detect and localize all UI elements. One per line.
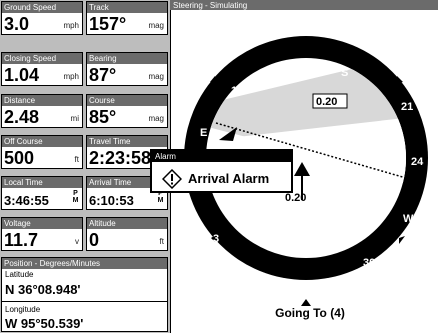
track-box: Track 157° mag	[86, 1, 168, 35]
off-course-box: Off Course 500 ft	[1, 135, 83, 169]
latitude-label: Latitude	[5, 270, 34, 279]
compass-label-15: 15	[289, 59, 301, 71]
off-course-value: 500	[4, 148, 35, 168]
altitude-label: Altitude	[87, 218, 167, 229]
off-course-label: Off Course	[2, 136, 82, 147]
alarm-dialog[interactable]: Alarm Arrival Alarm	[150, 149, 293, 193]
distance-box: Distance 2.48 mi	[1, 94, 83, 128]
compass-label-w: W	[403, 213, 414, 225]
compass-label-21: 21	[401, 101, 413, 113]
distance-value: 2.48	[4, 107, 40, 127]
ampm-bottom: M	[157, 197, 164, 204]
offset-distance-mid: 0.20	[285, 192, 306, 204]
local-time-box: Local Time 3:46:55 P M	[1, 176, 83, 210]
ground-speed-label: Ground Speed	[2, 2, 82, 13]
distance-label: Distance	[2, 95, 82, 106]
compass-label-24: 24	[411, 156, 424, 168]
ampm-bottom: M	[72, 197, 79, 204]
position-header: Position - Degrees/Minutes	[2, 258, 167, 269]
local-time-value: 3:46:55	[4, 193, 49, 208]
bearing-unit: mag	[148, 72, 164, 81]
distance-unit: mi	[70, 114, 79, 123]
altitude-unit: ft	[159, 237, 164, 246]
bearing-box: Bearing 87° mag	[86, 52, 168, 86]
going-to-label: Going To (4)	[275, 306, 345, 320]
altitude-box: Altitude 0 ft	[86, 217, 168, 251]
bottom-marker-icon	[301, 299, 311, 306]
latitude-value: N 36°08.948'	[5, 282, 81, 297]
closing-speed-value: 1.04	[4, 65, 40, 85]
travel-time-label: Travel Time	[87, 136, 167, 147]
track-value: 157°	[89, 14, 127, 34]
warning-diamond-icon	[162, 169, 182, 189]
bearing-value: 87°	[89, 65, 117, 85]
course-label: Course	[87, 95, 167, 106]
compass-label-33: 33	[311, 279, 323, 291]
course-unit: mag	[148, 114, 164, 123]
off-course-unit: ft	[74, 155, 79, 164]
compass-label-30: 30	[363, 257, 375, 269]
tick-arrow-icon	[399, 236, 405, 244]
longitude-value: W 95°50.539'	[5, 316, 84, 331]
ground-speed-value: 3.0	[4, 14, 30, 34]
course-value: 85°	[89, 107, 117, 127]
closing-speed-unit: mph	[63, 72, 79, 81]
gps-screen: Ground Speed 3.0 mph Track 157° mag Clos…	[0, 0, 438, 333]
compass-label-12: 12	[231, 85, 243, 97]
closing-speed-box: Closing Speed 1.04 mph	[1, 52, 83, 86]
voltage-unit: v	[75, 237, 79, 246]
course-box: Course 85° mag	[86, 94, 168, 128]
position-box: Position - Degrees/Minutes Latitude N 36…	[1, 257, 168, 332]
ampm-top: P	[73, 190, 78, 197]
voltage-box: Voltage 11.7 v	[1, 217, 83, 251]
position-divider	[2, 301, 167, 302]
compass-label-e: E	[200, 127, 207, 139]
compass-label-n: N	[257, 271, 265, 283]
alarm-message: Arrival Alarm	[188, 171, 270, 186]
longitude-label: Longitude	[5, 305, 41, 314]
altitude-value: 0	[89, 230, 100, 250]
travel-time-value: 2:23:58	[89, 148, 152, 168]
local-time-label: Local Time	[2, 177, 82, 188]
offset-distance-top: 0.20	[316, 96, 337, 108]
voltage-label: Voltage	[2, 218, 82, 229]
voltage-value: 11.7	[4, 230, 39, 250]
data-panel: Ground Speed 3.0 mph Track 157° mag Clos…	[0, 0, 172, 333]
local-time-ampm: P M	[72, 190, 79, 204]
compass-label-s: S	[341, 67, 348, 79]
closing-speed-label: Closing Speed	[2, 53, 82, 64]
arrival-time-value: 6:10:53	[89, 193, 134, 208]
compass-label-3: 3	[213, 233, 219, 245]
track-unit: mag	[148, 21, 164, 30]
bearing-label: Bearing	[87, 53, 167, 64]
ground-speed-box: Ground Speed 3.0 mph	[1, 1, 83, 35]
ground-speed-unit: mph	[63, 21, 79, 30]
alarm-title: Alarm	[152, 151, 291, 162]
track-label: Track	[87, 2, 167, 13]
